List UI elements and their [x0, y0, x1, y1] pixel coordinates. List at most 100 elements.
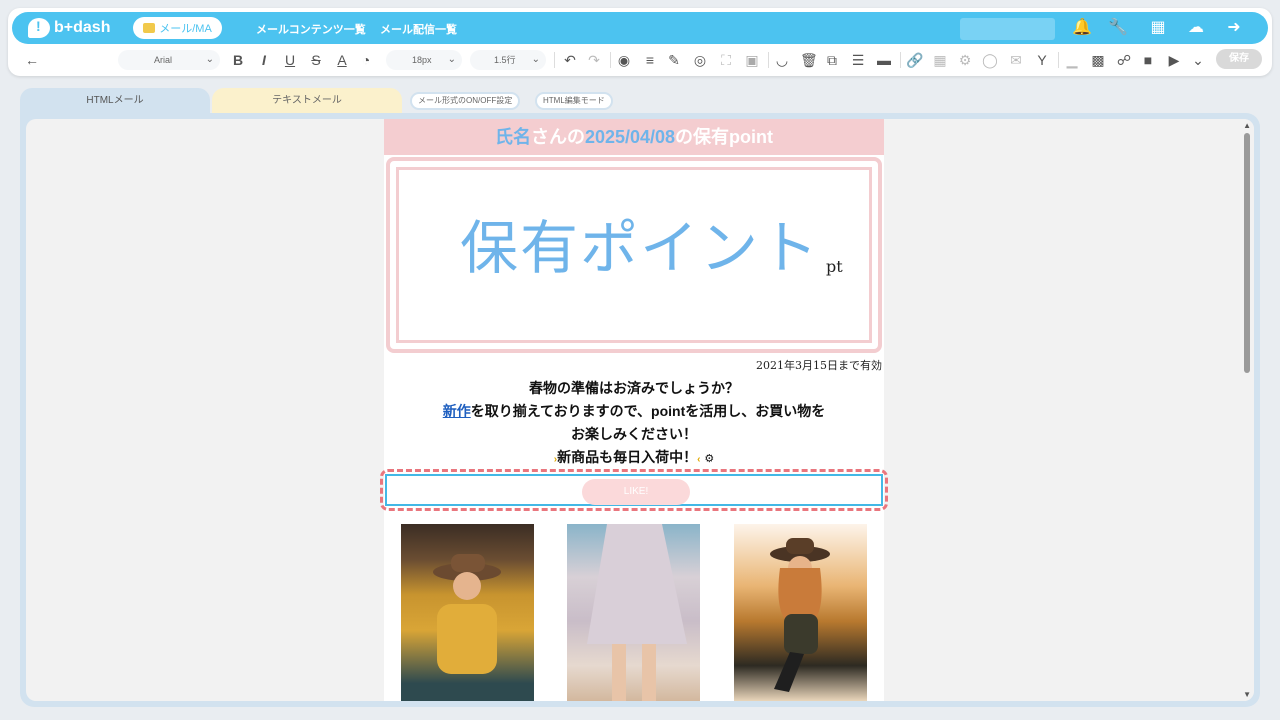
wrench-icon[interactable]: 🔧 [1108, 18, 1128, 38]
header-text: さんの [530, 127, 585, 147]
divider [768, 52, 769, 68]
align-icon[interactable]: ≡ [642, 50, 658, 70]
highlight-icon[interactable]: ◔ [358, 50, 374, 70]
header-name: 氏名 [494, 127, 531, 147]
strikethrough-icon[interactable]: S [308, 50, 324, 70]
copy-icon[interactable]: ⧉ [824, 50, 840, 70]
mail-format-toggle-button[interactable]: メール形式のON/OFF設定 [410, 92, 521, 110]
tab-html-mail[interactable]: HTMLメール [20, 88, 210, 114]
nav-mail-ma[interactable]: メール/MA [133, 17, 222, 39]
italic-icon[interactable]: I [256, 50, 272, 70]
header-text: point [729, 127, 774, 147]
chat-bubble-icon[interactable]: ☁ [1186, 18, 1206, 38]
scrollbar-thumb[interactable] [1244, 133, 1250, 373]
branch-icon[interactable]: Y [1034, 50, 1050, 70]
calendar-icon[interactable]: ▦ [932, 50, 948, 70]
like-button[interactable]: LIKE! [582, 479, 690, 505]
woman-sitting-image [770, 538, 830, 692]
header-text: の保有 [675, 127, 730, 147]
nav-mail-contents[interactable]: メールコンテンツ一覧 [256, 21, 366, 37]
bell-icon[interactable]: 🔔 [1072, 18, 1092, 38]
navbar: b+dash メール/MA メールコンテンツ一覧 メール配信一覧 🔔 🔧 ▦ ☁… [12, 12, 1268, 44]
grid-apps-icon[interactable]: ▦ [1148, 18, 1168, 38]
tab-text-mail[interactable]: テキストメール [212, 88, 402, 114]
valid-until: 2021年3月15日まで有効 [756, 359, 882, 372]
scrollbar[interactable]: ▲ ▼ [1240, 119, 1254, 701]
message-line: ›新商品も毎日入荷中！‹ ⚙ [384, 446, 884, 471]
font-family-value: Arial [154, 55, 173, 65]
trash-icon[interactable]: 🗑 [800, 50, 818, 70]
redo-icon[interactable]: ↷ [586, 50, 602, 70]
font-size-value: 18px [412, 55, 432, 65]
editor-toolbar: ← Arial ⌄ B I U S A ◔ 18px ⌄ 1.5行 ⌄ ↶ ↷ … [8, 46, 1272, 76]
add-block-icon[interactable]: ▩ [1090, 50, 1106, 70]
palette-icon[interactable]: ◉ [616, 50, 632, 70]
gear-icon[interactable]: ⚙ [704, 453, 714, 465]
line-height-value: 1.5行 [494, 55, 516, 65]
message-block[interactable]: 春物の準備はお済みでしょうか？ 新作を取り揃えておりますので、pointを活用し… [384, 377, 884, 471]
link-icon[interactable]: 🔗 [906, 50, 923, 70]
product-photo-2[interactable] [567, 524, 700, 701]
message-line: 新作を取り揃えておりますので、pointを活用し、お買い物を [384, 400, 884, 423]
envelope-icon [143, 23, 156, 33]
email-preview: 氏名さんの2025/04/08の保有point 保有ポイント pt 2021年3… [380, 119, 888, 701]
save-button[interactable]: 保存 [1216, 49, 1262, 69]
crop-icon[interactable]: ◡ [774, 50, 790, 70]
divider [900, 52, 901, 68]
user-info-blurred [960, 18, 1055, 40]
back-arrow-icon[interactable]: ← [24, 50, 40, 70]
chart-icon[interactable]: ▁ [1064, 50, 1080, 70]
font-family-select[interactable]: Arial ⌄ [118, 50, 220, 70]
font-size-select[interactable]: 18px ⌄ [386, 50, 462, 70]
target-icon[interactable]: ◎ [692, 50, 708, 70]
points-block[interactable]: 保有ポイント pt [386, 157, 882, 353]
nav-mail-delivery[interactable]: メール配信一覧 [380, 21, 457, 37]
font-color-icon[interactable]: A [334, 50, 350, 70]
user-card-icon[interactable]: ■ [1140, 50, 1156, 70]
html-edit-mode-button[interactable]: HTML編集モード [535, 92, 613, 110]
fullscreen-icon[interactable]: ⛶ [718, 50, 734, 70]
rows-icon[interactable]: ▬ [876, 50, 892, 70]
message-line: お楽しみください！ [571, 426, 697, 442]
image-icon[interactable]: ▣ [744, 50, 760, 70]
divider [1058, 52, 1059, 68]
bold-icon[interactable]: B [230, 50, 246, 70]
logo-text: b+dash [54, 19, 111, 36]
woman-hat-image [433, 554, 501, 674]
editor-frame: 氏名さんの2025/04/08の保有point 保有ポイント pt 2021年3… [20, 113, 1260, 707]
play-video-icon[interactable]: ▶ [1166, 50, 1182, 70]
underline-icon[interactable]: U [282, 50, 298, 70]
product-photo-1[interactable] [401, 524, 534, 701]
chevron-down-icon[interactable]: ⌄ [1190, 50, 1206, 70]
nav-mail-ma-label: メール/MA [159, 23, 212, 35]
drag-right-icon[interactable]: ‹ [697, 454, 700, 465]
editor-canvas: 氏名さんの2025/04/08の保有point 保有ポイント pt 2021年3… [26, 119, 1254, 701]
columns-icon[interactable]: ☰ [850, 50, 866, 70]
new-items-link[interactable]: 新作 [443, 403, 471, 419]
gears-icon[interactable]: ⚙ [956, 50, 974, 70]
message-line: 春物の準備はお済みでしょうか？ [529, 380, 739, 396]
undo-icon[interactable]: ↶ [562, 50, 578, 70]
selected-block[interactable]: LIKE! [385, 474, 883, 506]
message-text: を取り揃えておりますので、pointを活用し、お買い物を [470, 403, 826, 419]
points-label: 保有ポイント [460, 214, 821, 282]
link-settings-icon[interactable]: ☍ [1116, 50, 1132, 70]
product-photo-3[interactable] [734, 524, 867, 701]
logo[interactable]: b+dash [28, 18, 110, 38]
add-note-icon[interactable]: ✉ [1008, 50, 1024, 70]
chevron-down-icon: ⌄ [447, 54, 456, 65]
chevron-down-icon: ⌄ [531, 54, 540, 65]
scroll-up-arrow-icon[interactable]: ▲ [1243, 121, 1251, 130]
scroll-down-arrow-icon[interactable]: ▼ [1243, 690, 1251, 699]
line-height-select[interactable]: 1.5行 ⌄ [470, 50, 546, 70]
logout-icon[interactable]: ➜ [1224, 18, 1244, 38]
divider [554, 52, 555, 68]
pleated-skirt-image [587, 524, 687, 701]
top-bar: b+dash メール/MA メールコンテンツ一覧 メール配信一覧 🔔 🔧 ▦ ☁… [8, 8, 1272, 76]
email-header[interactable]: 氏名さんの2025/04/08の保有point [384, 119, 884, 155]
pen-icon[interactable]: ✎ [666, 50, 682, 70]
points-unit: pt [826, 257, 843, 276]
chevron-down-icon: ⌄ [205, 54, 214, 65]
database-icon[interactable]: ◯ [982, 50, 998, 70]
header-date: 2025/04/08 [584, 127, 676, 147]
